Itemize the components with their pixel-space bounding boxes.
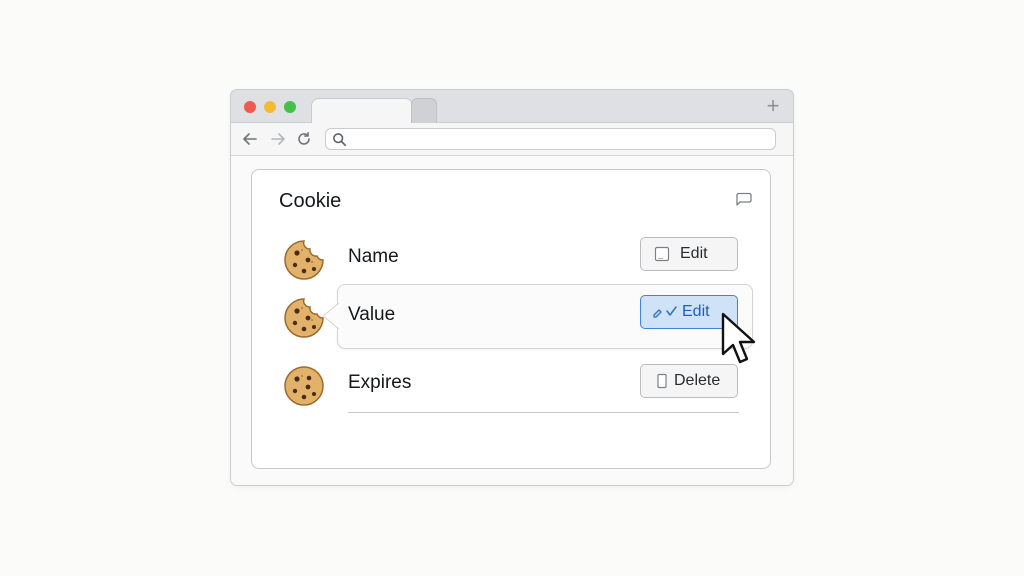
back-button[interactable] <box>241 130 259 148</box>
arrow-right-icon <box>271 133 285 145</box>
edit-name-button[interactable]: Edit <box>640 237 738 271</box>
delete-expires-button[interactable]: Delete <box>640 364 738 398</box>
row-label-value: Value <box>348 304 396 325</box>
cookie-panel: Cookie Name Edit Value Edit Expires Dele… <box>251 169 771 469</box>
title-bar: + <box>231 90 793 124</box>
mouse-cursor-icon <box>720 312 760 368</box>
pencil-check-icon <box>652 304 680 320</box>
new-tab-button[interactable]: + <box>763 95 783 117</box>
search-icon <box>332 132 347 147</box>
minimize-window-button[interactable] <box>264 101 276 113</box>
cookie-row-expires: Expires Delete <box>252 354 770 414</box>
cookie-icon <box>282 296 326 340</box>
button-label: Edit <box>680 245 708 262</box>
panel-title: Cookie <box>279 190 342 212</box>
row-label-expires: Expires <box>348 372 412 393</box>
edit-square-icon <box>654 246 670 262</box>
address-bar[interactable] <box>325 128 776 150</box>
cookie-row-value: Value Edit <box>252 284 770 349</box>
browser-toolbar <box>231 123 793 156</box>
browser-window: + Cookie Name Edit Value Edit Expires De… <box>230 89 794 486</box>
address-input[interactable] <box>352 130 767 148</box>
tab-active[interactable] <box>311 98 413 124</box>
trash-icon <box>654 373 670 389</box>
reload-icon <box>298 132 310 145</box>
maximize-window-button[interactable] <box>284 101 296 113</box>
page-content: Cookie Name Edit Value Edit Expires Dele… <box>231 157 793 485</box>
button-label: Edit <box>682 303 710 320</box>
close-window-button[interactable] <box>244 101 256 113</box>
cookie-icon <box>282 364 326 408</box>
cookie-icon <box>282 238 326 282</box>
tab-inactive[interactable] <box>411 98 437 123</box>
row-divider <box>348 412 739 413</box>
chat-bubble-icon[interactable] <box>735 191 753 207</box>
row-label-name: Name <box>348 246 399 267</box>
arrow-left-icon <box>243 133 257 145</box>
button-label: Delete <box>674 372 721 389</box>
forward-button[interactable] <box>269 130 287 148</box>
cookie-row-name: Name Edit <box>252 228 770 288</box>
reload-button[interactable] <box>295 130 313 148</box>
